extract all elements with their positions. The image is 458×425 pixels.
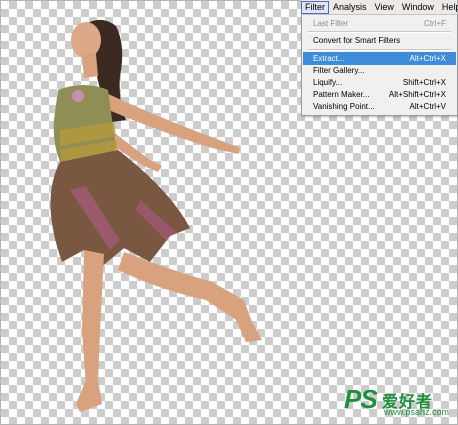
menu-item-vanishing-point[interactable]: Vanishing Point... Alt+Ctrl+V [303,100,456,113]
menu-filter[interactable]: Filter [301,0,329,14]
menu-help[interactable]: Help [438,1,458,14]
filter-dropdown: Last Filter Ctrl+F Convert for Smart Fil… [301,15,458,116]
menu-window[interactable]: Window [398,1,438,14]
menu-item-label: Convert for Smart Filters [313,36,401,45]
menu-analysis[interactable]: Analysis [329,1,371,14]
watermark-logo: PS [344,384,378,414]
menu-item-shortcut: Ctrl+F [424,19,446,28]
menu-item-last-filter[interactable]: Last Filter Ctrl+F [303,17,456,30]
menu-view[interactable]: View [371,1,398,14]
menu-item-label: Vanishing Point... [313,102,375,111]
menu-item-convert-smart-filters[interactable]: Convert for Smart Filters [303,34,456,47]
menu-bar: Filter Analysis View Window Help [301,0,458,15]
menu-item-label: Last Filter [313,19,349,28]
watermark-url: www.psahz.com [384,407,450,417]
menu-item-shortcut: Alt+Ctrl+V [409,102,446,111]
watermark: PS 爱好者 www.psahz.com [344,384,454,420]
menu-separator [308,49,451,51]
menu-separator [308,31,451,33]
